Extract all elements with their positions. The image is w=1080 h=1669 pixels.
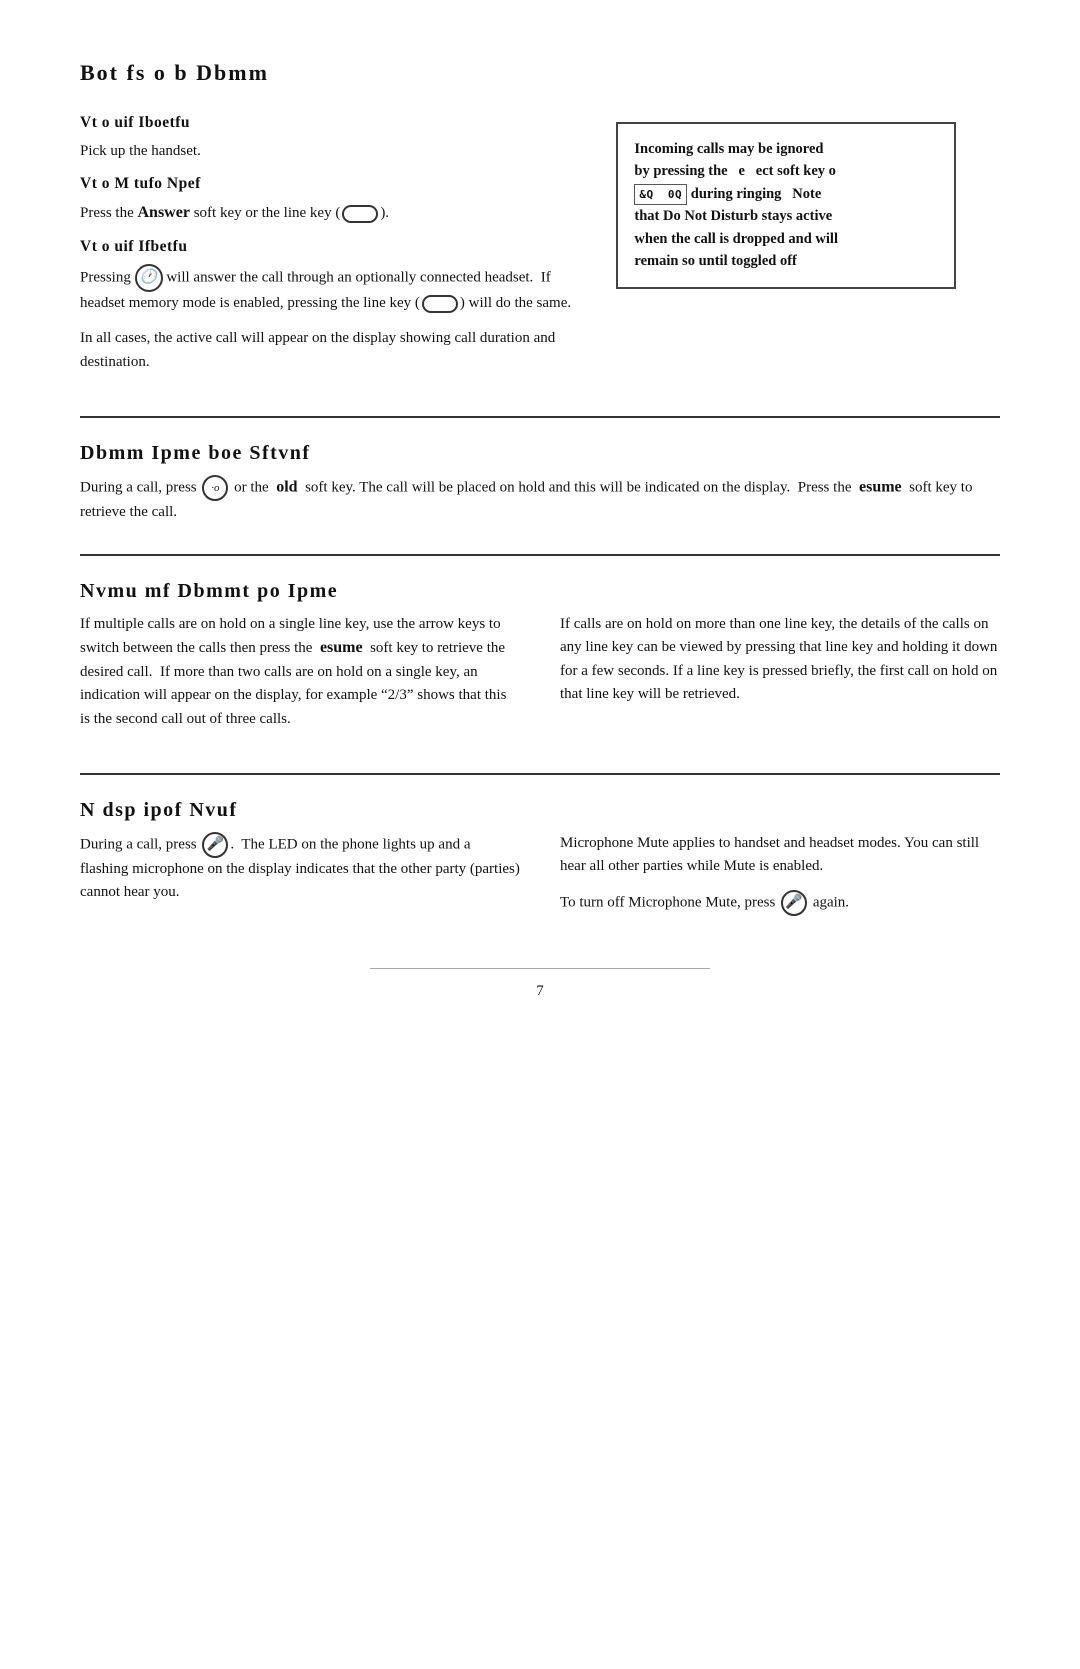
hold-resume-text: During a call, press ·o or the old soft … — [80, 475, 1000, 524]
multiple-calls-right-col: If calls are on hold on more than one li… — [560, 613, 1000, 743]
multiple-calls-cols: If multiple calls are on hold on a singl… — [80, 613, 1000, 743]
mute-off-icon: 🎤 — [781, 890, 807, 916]
dnd-key-box: &Q 0Q — [634, 184, 687, 205]
mute-left-col: During a call, press 🎤. The LED on the p… — [80, 832, 520, 929]
active-call-text: In all cases, the active call will appea… — [80, 327, 576, 374]
resume-key-bold2: esume — [320, 639, 363, 656]
note-box-container: Incoming calls may be ignored by pressin… — [616, 114, 1000, 386]
mute-left-text: During a call, press 🎤. The LED on the p… — [80, 832, 520, 905]
divider-1 — [80, 416, 1000, 418]
multiple-calls-left-text: If multiple calls are on hold on a singl… — [80, 613, 520, 731]
via-monitor-text: Press the Answer soft key or the line ke… — [80, 201, 576, 226]
dnd-note-box: Incoming calls may be ignored by pressin… — [616, 122, 956, 289]
note-line1: Incoming calls may be ignored — [634, 141, 823, 157]
via-monitor-title: Vt o M tufo Npef — [80, 175, 576, 193]
note-line7: remain so until toggled off — [634, 253, 796, 269]
answering-calls-section: Vt o uif Iboetfu Pick up the handset. Vt… — [80, 114, 1000, 386]
multiple-calls-title: Nvmu mf Dbmmt po Ipme — [80, 580, 1000, 603]
mute-cols: During a call, press 🎤. The LED on the p… — [80, 832, 1000, 929]
line-key-icon — [342, 205, 378, 223]
mute-button-icon: 🎤 — [202, 832, 228, 858]
note-line5: that Do Not Disturb stays active — [634, 208, 832, 224]
note-line4: during ringing Note — [691, 186, 822, 202]
mute-right-col: Microphone Mute applies to handset and h… — [560, 832, 1000, 929]
multiple-calls-left-col: If multiple calls are on hold on a singl… — [80, 613, 520, 743]
note-line6: when the call is dropped and will — [634, 231, 838, 247]
answer-key-bold: Answer — [138, 204, 190, 221]
mute-section: N dsp ipof Nvuf During a call, press 🎤. … — [80, 799, 1000, 929]
multiple-calls-right-text: If calls are on hold on more than one li… — [560, 613, 1000, 706]
page-title: Bot fs o b Dbmm — [80, 60, 1000, 86]
via-headset-title: Vt o uif Ifbetfu — [80, 238, 576, 256]
divider-2 — [80, 554, 1000, 556]
via-headset-text: Pressing 🕐 will answer the call through … — [80, 264, 576, 315]
hold-resume-title: Dbmm Ipme boe Sftvnf — [80, 442, 1000, 465]
divider-3 — [80, 773, 1000, 775]
multiple-calls-section: Nvmu mf Dbmmt po Ipme If multiple calls … — [80, 580, 1000, 743]
note-select-bold: e ect — [738, 163, 773, 179]
hold-button-icon: ·o — [202, 475, 228, 501]
mute-title: N dsp ipof Nvuf — [80, 799, 1000, 822]
answering-calls-left: Vt o uif Iboetfu Pick up the handset. Vt… — [80, 114, 576, 386]
note-line2: by pressing the e ect soft key o — [634, 163, 836, 179]
mute-right-text1: Microphone Mute applies to handset and h… — [560, 832, 1000, 879]
line-key-icon2 — [422, 295, 458, 313]
hold-key-bold: old — [276, 478, 297, 495]
resume-key-bold: esume — [859, 478, 902, 495]
page-number: 7 — [370, 968, 710, 1000]
via-handset-title: Vt o uif Iboetfu — [80, 114, 576, 132]
via-handset-text: Pick up the handset. — [80, 140, 576, 163]
mute-right-text2: To turn off Microphone Mute, press 🎤 aga… — [560, 890, 1000, 916]
headset-answer-icon: 🕐 — [135, 264, 163, 292]
hold-resume-section: Dbmm Ipme boe Sftvnf During a call, pres… — [80, 442, 1000, 524]
page-container: Bot fs o b Dbmm Vt o uif Iboetfu Pick up… — [80, 60, 1000, 1000]
